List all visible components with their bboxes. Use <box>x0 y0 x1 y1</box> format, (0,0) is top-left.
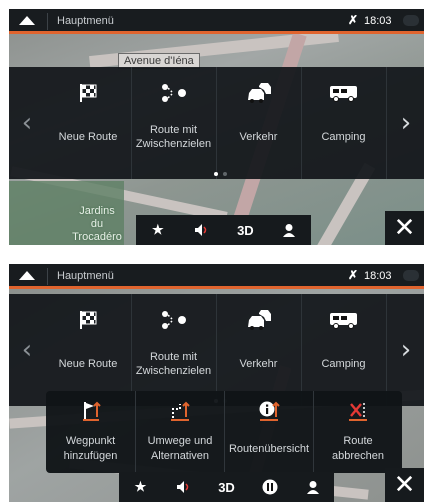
menu-item-route-mit-zwischenzielen[interactable]: Route mit Zwischenzielen <box>131 294 215 406</box>
next-page-arrow-icon[interactable]: › <box>388 67 424 179</box>
previous-page-arrow-icon[interactable]: ‹ <box>9 67 45 179</box>
sound-icon[interactable] <box>162 480 205 494</box>
detour-icon <box>136 400 224 422</box>
previous-page-arrow-icon[interactable]: ‹ <box>9 294 45 406</box>
checkered-flag-icon <box>46 308 130 332</box>
add-waypoint-button[interactable]: Wegpunkt hinzufügen <box>46 391 135 473</box>
home-arrow-icon[interactable] <box>19 271 35 280</box>
sound-icon[interactable] <box>180 223 224 237</box>
menu-item-label: Neue Route <box>58 131 118 143</box>
message-icon[interactable] <box>403 270 419 281</box>
main-menu: ‹ Neue Route Route mit Zwischenzielen Ve… <box>9 67 424 179</box>
menu-item-camping[interactable]: Camping <box>301 67 385 179</box>
profile-icon[interactable] <box>291 480 334 494</box>
clock: 18:03 <box>364 15 392 27</box>
camper-van-icon <box>302 308 385 332</box>
gps-off-icon: ✗ <box>348 268 359 282</box>
route-menu: Wegpunkt hinzufügen Umwege und Alternative… <box>46 391 402 473</box>
menu-item-label: Camping <box>321 358 366 370</box>
menu-item-verkehr[interactable]: Verkehr <box>216 294 300 406</box>
main-menu-screen-1: Avenue d'Iéna Jardins du Trocadéro Hauptme… <box>9 9 424 245</box>
park-label: Jardins du Trocadéro <box>72 205 122 243</box>
cancel-route-button[interactable]: Route abbrechen <box>313 391 402 473</box>
checkered-flag-icon <box>46 81 130 105</box>
menu-item-label: Neue Route <box>58 358 118 370</box>
route-menu-label: Wegpunkt hinzufügen <box>63 435 118 462</box>
waypoints-route-icon <box>132 308 215 332</box>
gps-off-icon: ✗ <box>348 13 359 27</box>
close-icon[interactable]: ✕ <box>385 468 424 502</box>
menu-item-camping[interactable]: Camping <box>301 294 385 406</box>
favorite-star-icon[interactable]: ★ <box>136 222 180 238</box>
view-3d-button[interactable]: 3D <box>224 223 268 238</box>
bottom-toolbar: ★ 3D <box>136 215 311 245</box>
route-menu-label: Umwege und Alternativen <box>147 435 213 462</box>
waypoints-route-icon <box>132 81 215 105</box>
main-menu-screen-2: Hauptmenü ✗ 18:03 ‹ Neue Route Route mit… <box>9 264 424 502</box>
favorite-star-icon[interactable]: ★ <box>119 479 162 495</box>
bottom-toolbar: ★ 3D <box>119 472 334 502</box>
status-bar: Hauptmenü ✗ 18:03 <box>9 264 424 289</box>
cancel-route-icon <box>314 400 402 422</box>
menu-item-label: Verkehr <box>239 358 278 370</box>
menu-item-label: Verkehr <box>239 131 278 143</box>
menu-item-neue-route[interactable]: Neue Route <box>46 67 130 179</box>
route-menu-label: Route abbrechen <box>332 435 384 462</box>
message-icon[interactable] <box>403 15 419 26</box>
route-overview-button[interactable]: Routenübersicht <box>224 391 313 473</box>
clock: 18:03 <box>364 270 392 282</box>
pause-icon[interactable] <box>248 479 291 495</box>
close-icon[interactable]: ✕ <box>385 211 424 245</box>
home-arrow-icon[interactable] <box>19 16 35 25</box>
menu-item-neue-route[interactable]: Neue Route <box>46 294 130 406</box>
menu-item-label: Camping <box>321 131 366 143</box>
menu-item-verkehr[interactable]: Verkehr <box>216 67 300 179</box>
main-menu: ‹ Neue Route Route mit Zwischenzielen Ve… <box>9 294 424 406</box>
camper-van-icon <box>302 81 385 105</box>
status-bar: Hauptmenü ✗ 18:03 <box>9 9 424 34</box>
menu-item-label: Route mit Zwischenzielen <box>135 351 212 377</box>
screen-title: Hauptmenü <box>57 270 114 282</box>
traffic-car-icon <box>217 308 300 332</box>
next-page-arrow-icon[interactable]: › <box>388 294 424 406</box>
page-indicator <box>214 172 227 176</box>
route-overview-icon <box>225 400 313 422</box>
menu-item-label: Route mit Zwischenzielen <box>135 124 212 150</box>
detours-alternatives-button[interactable]: Umwege und Alternativen <box>135 391 224 473</box>
traffic-car-icon <box>217 81 300 105</box>
profile-icon[interactable] <box>267 223 311 237</box>
menu-item-route-mit-zwischenzielen[interactable]: Route mit Zwischenzielen <box>131 67 215 179</box>
route-menu-label: Routenübersicht <box>228 443 310 455</box>
screen-title: Hauptmenü <box>57 15 114 27</box>
add-waypoint-icon <box>46 400 135 422</box>
view-3d-button[interactable]: 3D <box>205 480 248 495</box>
